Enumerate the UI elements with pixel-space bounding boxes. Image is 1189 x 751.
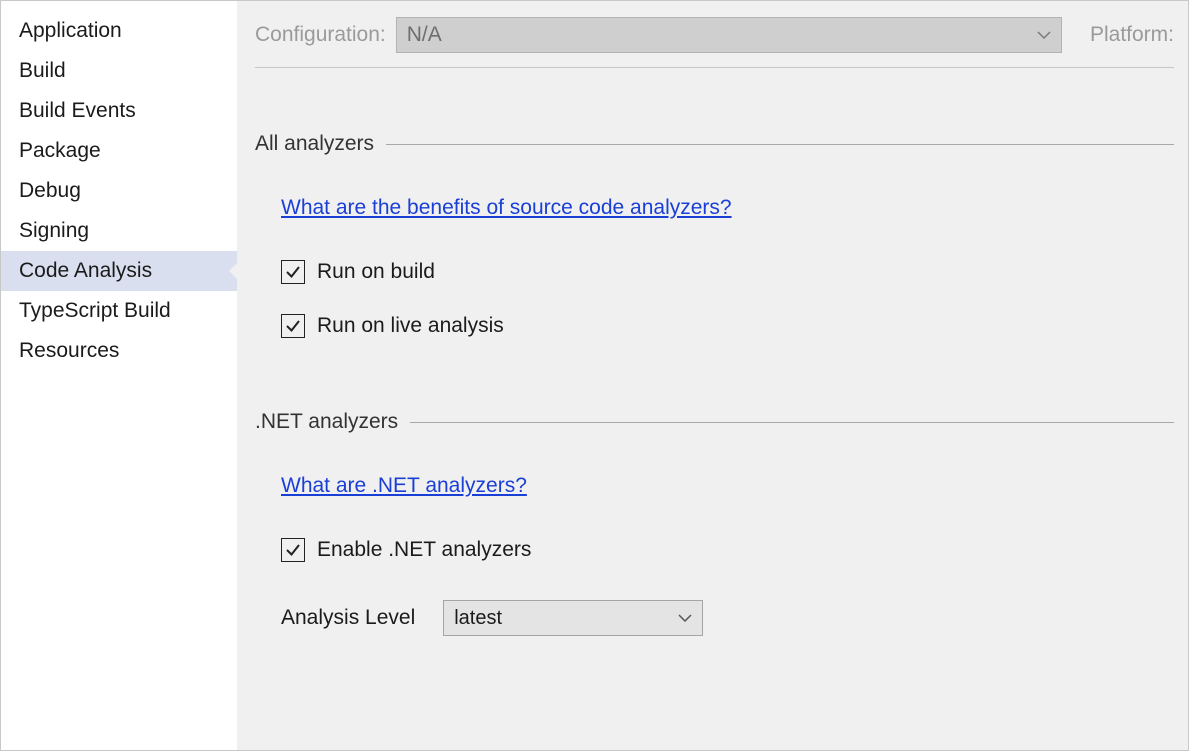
section-body: What are .NET analyzers? Enable .NET ana…	[255, 434, 1174, 636]
enable-net-analyzers-row: Enable .NET analyzers	[281, 538, 1174, 562]
run-on-live-row: Run on live analysis	[281, 314, 1174, 338]
sidebar-item-resources[interactable]: Resources	[1, 331, 237, 371]
chevron-down-icon	[1037, 31, 1051, 39]
sidebar-item-typescript-build[interactable]: TypeScript Build	[1, 291, 237, 331]
run-on-build-checkbox[interactable]	[281, 260, 305, 284]
run-on-live-label: Run on live analysis	[317, 314, 504, 338]
section-all-analyzers: All analyzers What are the benefits of s…	[255, 132, 1174, 338]
configuration-select[interactable]: N/A	[396, 17, 1062, 53]
sidebar-item-build[interactable]: Build	[1, 51, 237, 91]
help-link-net-analyzers[interactable]: What are .NET analyzers?	[281, 474, 527, 497]
run-on-build-row: Run on build	[281, 260, 1174, 284]
sidebar-item-label: Code Analysis	[19, 259, 152, 282]
sidebar-item-signing[interactable]: Signing	[1, 211, 237, 251]
sidebar-item-debug[interactable]: Debug	[1, 171, 237, 211]
sidebar-item-label: Build Events	[19, 99, 136, 122]
analysis-level-label: Analysis Level	[281, 606, 415, 630]
platform-label: Platform:	[1090, 23, 1174, 47]
section-divider	[410, 422, 1174, 423]
sidebar-item-code-analysis[interactable]: Code Analysis	[1, 251, 237, 291]
configuration-label: Configuration:	[255, 23, 386, 47]
section-body: What are the benefits of source code ana…	[255, 156, 1174, 338]
sidebar-item-package[interactable]: Package	[1, 131, 237, 171]
sidebar-item-application[interactable]: Application	[1, 11, 237, 51]
sidebar-item-label: TypeScript Build	[19, 299, 171, 322]
section-header: .NET analyzers	[255, 410, 1174, 434]
sidebar-item-label: Package	[19, 139, 101, 162]
main-panel: Configuration: N/A Platform: All analyze…	[237, 1, 1188, 750]
section-divider	[386, 144, 1174, 145]
section-header: All analyzers	[255, 132, 1174, 156]
run-on-build-label: Run on build	[317, 260, 435, 284]
sidebar-item-label: Resources	[19, 339, 119, 362]
section-title: .NET analyzers	[255, 410, 398, 434]
analysis-level-select[interactable]: latest	[443, 600, 703, 636]
section-title: All analyzers	[255, 132, 374, 156]
section-net-analyzers: .NET analyzers What are .NET analyzers? …	[255, 410, 1174, 636]
sidebar-item-label: Build	[19, 59, 66, 82]
sidebar: Application Build Build Events Package D…	[1, 1, 237, 750]
help-link-source-analyzers[interactable]: What are the benefits of source code ana…	[281, 196, 732, 219]
enable-net-analyzers-checkbox[interactable]	[281, 538, 305, 562]
sidebar-item-build-events[interactable]: Build Events	[1, 91, 237, 131]
configuration-row: Configuration: N/A Platform:	[255, 17, 1174, 68]
run-on-live-checkbox[interactable]	[281, 314, 305, 338]
enable-net-analyzers-label: Enable .NET analyzers	[317, 538, 531, 562]
chevron-down-icon	[678, 614, 692, 622]
sidebar-item-label: Signing	[19, 219, 89, 242]
analysis-level-value: latest	[454, 607, 502, 630]
analysis-level-row: Analysis Level latest	[281, 600, 1174, 636]
sidebar-item-label: Application	[19, 19, 122, 42]
sidebar-item-label: Debug	[19, 179, 81, 202]
configuration-value: N/A	[407, 23, 442, 47]
project-properties-window: Application Build Build Events Package D…	[0, 0, 1189, 751]
